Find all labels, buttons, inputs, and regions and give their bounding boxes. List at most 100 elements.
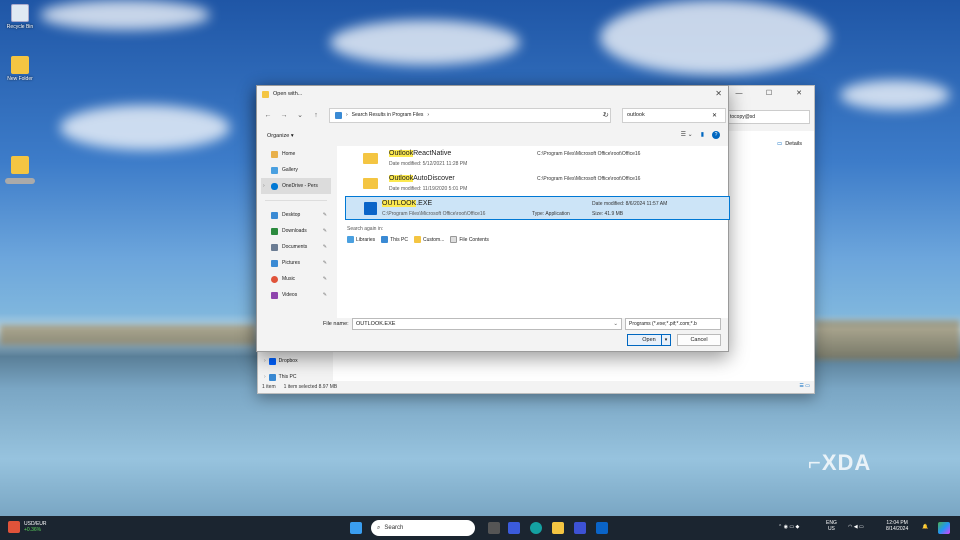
outlook-icon	[364, 202, 377, 215]
sand-bar	[815, 320, 960, 360]
copilot-icon[interactable]	[938, 522, 950, 534]
file-name-input[interactable]: OUTLOOK.EXE ⌄	[352, 318, 622, 330]
nav-item-pictures[interactable]: Pictures ✎	[261, 255, 331, 271]
file-type: Type: Application	[532, 211, 570, 217]
taskbar-search[interactable]: ⌕ Search	[371, 520, 475, 536]
teams-icon[interactable]	[508, 522, 520, 534]
search-custom-link[interactable]: Custom...	[413, 236, 444, 243]
search-value: outlook	[627, 112, 645, 118]
task-view-icon[interactable]	[488, 522, 500, 534]
view-options-icon[interactable]: ☰ ⌄	[681, 131, 693, 139]
nav-item-videos[interactable]: Videos ✎	[261, 287, 331, 303]
app-icon[interactable]	[574, 522, 586, 534]
explorer-search[interactable]: tocopy@sd	[726, 110, 810, 124]
search-input[interactable]: outlook ✕	[622, 107, 726, 123]
file-icon	[450, 236, 458, 243]
file-size: Size: 41.9 MB	[592, 211, 624, 217]
nav-item-downloads[interactable]: Downloads ✎	[261, 223, 331, 239]
open-button[interactable]: Open ▾	[627, 334, 671, 346]
help-icon[interactable]: ?	[712, 131, 720, 139]
refresh-icon[interactable]: ↻	[603, 111, 609, 119]
nav-item-gallery[interactable]: Gallery	[261, 162, 331, 178]
rename-field	[5, 178, 35, 184]
search-icon: ⌕	[377, 524, 381, 531]
dialog-footer: File name: OUTLOOK.EXE ⌄ Programs (*.exe;…	[257, 318, 728, 353]
cloud-icon	[271, 182, 278, 190]
address-bar[interactable]: › Search Results in Program Files › ⌄	[329, 107, 611, 123]
address-text: Search Results in Program Files	[351, 112, 424, 118]
start-icon[interactable]	[350, 522, 362, 534]
stock-widget[interactable]: USD/EUR +0.36%	[8, 521, 47, 533]
file-explorer-icon[interactable]	[552, 522, 564, 534]
desktop-icon-recycle-bin[interactable]: Recycle Bin	[0, 4, 40, 30]
result-row[interactable]: OutlookReactNative Date modified: 5/12/2…	[345, 147, 730, 171]
open-dropdown-icon[interactable]: ▾	[661, 335, 670, 345]
dropbox-icon	[268, 357, 276, 365]
desktop-icon-label: Recycle Bin	[6, 24, 34, 30]
details-icon: ▭	[776, 141, 783, 147]
cancel-button[interactable]: Cancel	[677, 334, 721, 346]
outlook-icon[interactable]	[596, 522, 608, 534]
search-again-options: Libraries This PC Custom... File Content…	[347, 236, 489, 243]
desktop: { "desktop": { "icons": [ {"label": "Rec…	[0, 0, 960, 540]
currency-icon	[8, 521, 20, 533]
notification-icon[interactable]: 🔔	[922, 524, 928, 530]
pin-icon: ✎	[322, 212, 327, 218]
edge-icon[interactable]	[530, 522, 542, 534]
download-icon	[271, 227, 278, 235]
clock[interactable]: 12:04 PM 8/14/2024	[886, 520, 908, 532]
file-type-select[interactable]: Programs (*.exe;*.pif;*.com;*.b	[625, 318, 721, 330]
preview-pane-icon[interactable]: ▮	[701, 131, 704, 139]
music-icon	[271, 275, 278, 283]
desktop-icon-label: New Folder	[7, 76, 33, 82]
desktop-icon-new-folder[interactable]: New Folder	[0, 56, 40, 82]
nav-item-music[interactable]: Music ✎	[261, 271, 331, 287]
desktop-icon-folder[interactable]	[0, 156, 40, 184]
search-results-icon	[335, 111, 342, 119]
network-volume-icons[interactable]: ◠ ◀ ▭	[848, 524, 864, 530]
pictures-icon	[271, 259, 278, 267]
gallery-icon	[271, 166, 278, 174]
close-button[interactable]: ✕	[784, 86, 814, 102]
organize-button[interactable]: Organize ▾	[267, 133, 294, 139]
videos-icon	[271, 291, 278, 299]
folder-icon	[363, 153, 378, 164]
desktop-icon	[271, 211, 278, 219]
search-this-pc-link[interactable]: This PC	[381, 236, 408, 243]
nav-item-onedrive[interactable]: › OneDrive - Pers	[261, 178, 331, 194]
cloud	[60, 105, 230, 150]
libraries-icon	[347, 236, 354, 243]
status-selected: 1 item selected 8.97 MB	[283, 384, 338, 390]
view-toggle-icon[interactable]: ☰ ▭	[799, 383, 810, 389]
tray-icons[interactable]: ⌃ ◉ ▭ ◆	[778, 524, 799, 530]
nav-item-desktop[interactable]: Desktop ✎	[261, 207, 331, 223]
nav-item-home[interactable]: Home	[261, 146, 331, 162]
up-arrow-icon[interactable]: ↑	[311, 112, 321, 119]
recent-chevron-icon[interactable]: ⌄	[295, 111, 305, 119]
navigation-pane: Home Gallery › OneDrive - Pers Desktop ✎ D…	[261, 146, 331, 318]
status-bar: 1 item 1 item selected 8.97 MB ☰ ▭	[258, 381, 814, 393]
dialog-titlebar: Open with... ✕	[257, 86, 728, 102]
close-button[interactable]: ✕	[715, 89, 722, 98]
status-count: 1 item	[262, 384, 276, 390]
pc-icon	[381, 236, 389, 243]
forward-arrow-icon[interactable]: →	[279, 112, 289, 119]
file-path: C:\Program Files\Microsoft Office\root\O…	[537, 151, 641, 157]
nav-item-documents[interactable]: Documents ✎	[261, 239, 331, 255]
chevron-down-icon[interactable]: ⌄	[613, 321, 618, 327]
search-file-contents-link[interactable]: File Contents	[450, 236, 489, 243]
language-indicator[interactable]: ENG US	[826, 520, 837, 532]
recycle-bin-icon	[11, 4, 29, 22]
result-row[interactable]: OutlookAutoDiscover Date modified: 11/19…	[345, 172, 730, 196]
folder-icon	[363, 178, 378, 189]
expand-chevron-icon[interactable]: ›	[263, 183, 265, 189]
maximize-button[interactable]: ☐	[754, 86, 784, 102]
navigation-bar: ← → ⌄ ↑ › Search Results in Program File…	[257, 106, 728, 124]
folder-icon	[11, 156, 29, 174]
clear-search-icon[interactable]: ✕	[712, 112, 717, 119]
details-button[interactable]: ▭ Details	[777, 141, 802, 147]
result-row-selected[interactable]: OUTLOOK.EXE C:\Program Files\Microsoft O…	[345, 196, 730, 220]
search-libraries-link[interactable]: Libraries	[347, 236, 375, 243]
nav-item-dropbox[interactable]: › Dropbox	[260, 353, 330, 369]
back-arrow-icon[interactable]: ←	[263, 112, 273, 119]
